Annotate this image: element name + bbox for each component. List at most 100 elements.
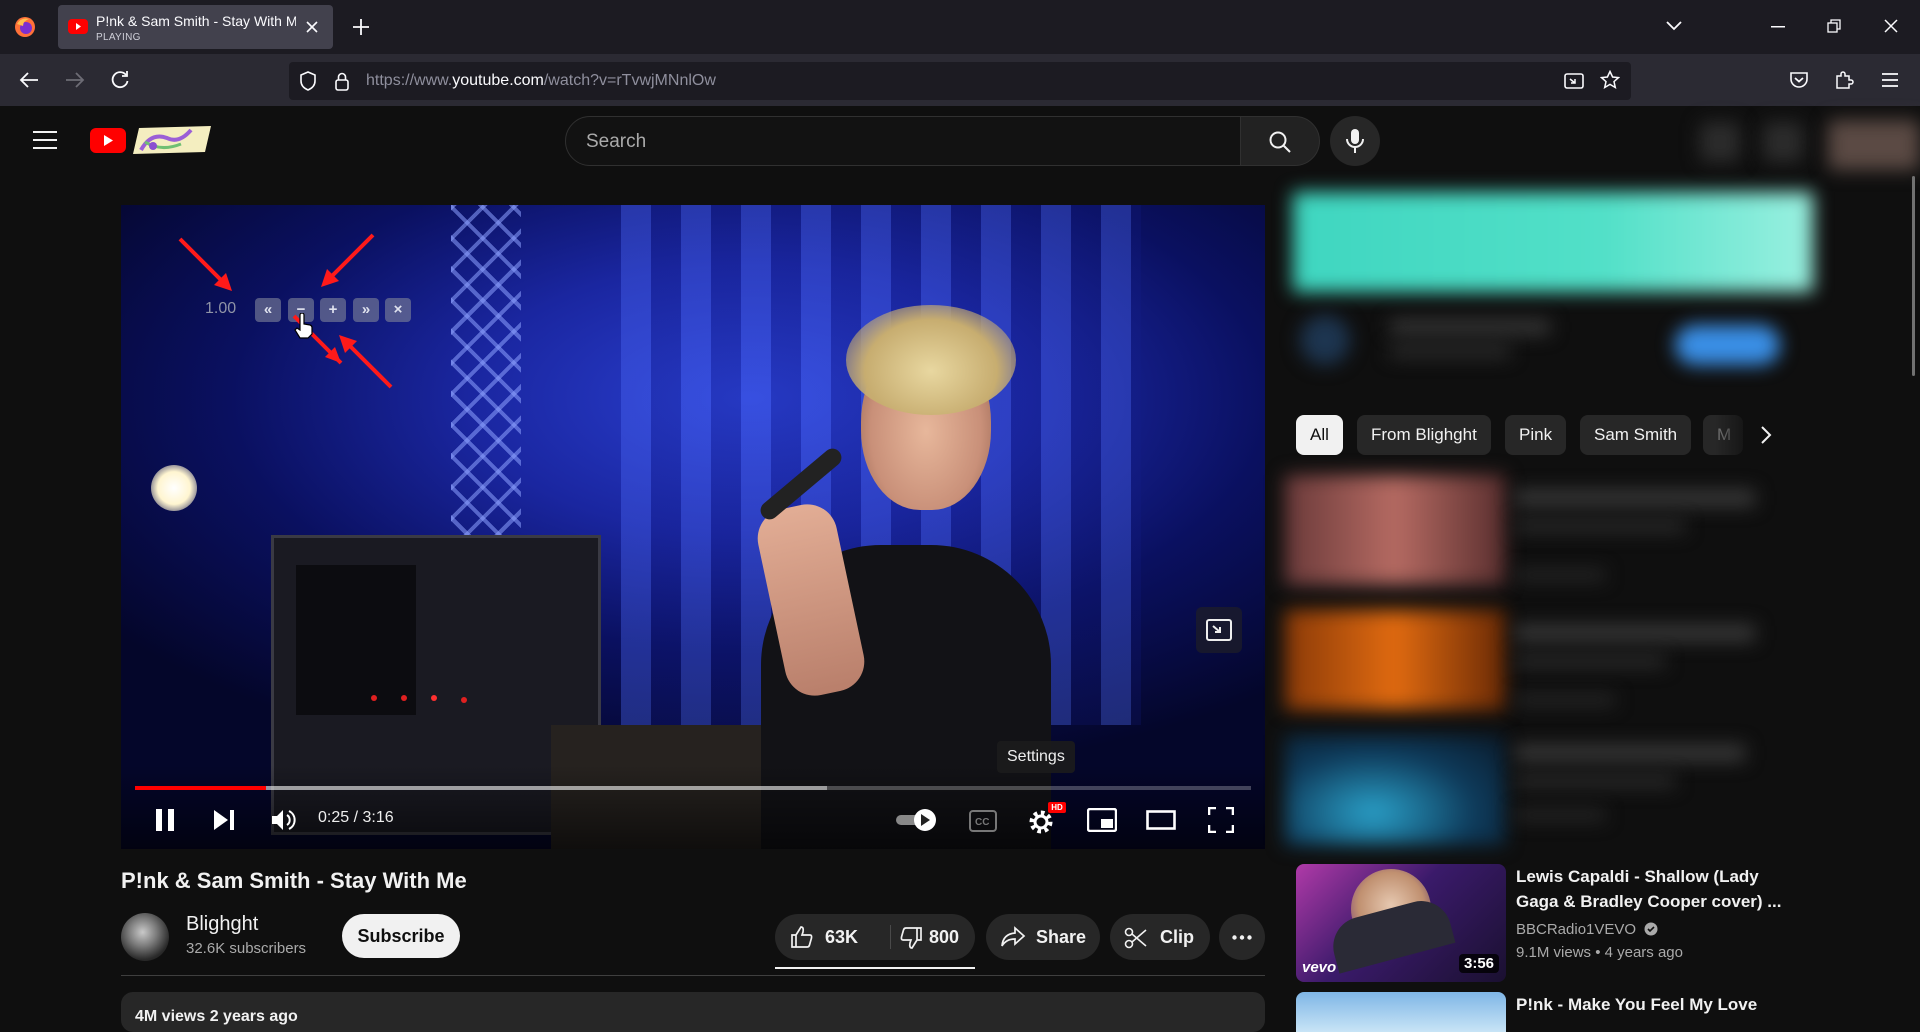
share-label: Share [1036, 927, 1087, 947]
recommendation-thumbnail-blurred[interactable] [1285, 735, 1505, 845]
chip-from-channel[interactable]: From Blighght [1357, 415, 1491, 455]
tracking-protection-shield-icon[interactable] [299, 71, 317, 91]
extensions-icon[interactable] [1834, 70, 1854, 90]
chip-pink[interactable]: Pink [1505, 415, 1567, 455]
list-all-tabs-icon[interactable] [1666, 20, 1682, 32]
stage-light [151, 465, 197, 511]
address-bar[interactable]: https://www.youtube.com/watch?v=rTvwjMNn… [289, 62, 1631, 100]
like-button[interactable]: 63K [775, 914, 890, 960]
vevo-badge: vevo [1302, 959, 1337, 976]
recommendation-channel[interactable]: BBCRadio1VEVO [1516, 921, 1658, 938]
youtube-logo-icon[interactable] [90, 128, 126, 153]
search-placeholder: Search [586, 131, 647, 152]
like-ratio-underline [775, 967, 975, 969]
window-minimize-icon[interactable] [1771, 26, 1785, 28]
settings-tooltip: Settings [997, 741, 1075, 773]
volume-icon[interactable] [270, 807, 296, 833]
scissors-icon [1124, 927, 1147, 949]
recommendation-title[interactable]: P!nk - Make You Feel My Love [1516, 992, 1796, 1017]
chip-sam-smith[interactable]: Sam Smith [1580, 415, 1692, 455]
url-text[interactable]: https://www.youtube.com/watch?v=rTvwjMNn… [366, 72, 716, 90]
recommendation-thumbnail[interactable] [1296, 992, 1506, 1032]
url-path: /watch?v=rTvwjMNnlOw [543, 72, 716, 89]
autoplay-toggle-icon[interactable] [895, 808, 939, 832]
lock-icon[interactable] [334, 71, 350, 91]
clip-button[interactable]: Clip [1110, 914, 1210, 960]
subscribe-button[interactable]: Subscribe [342, 914, 460, 958]
channel-name[interactable]: Blighght [186, 913, 258, 936]
more-actions-button[interactable] [1219, 914, 1265, 960]
tab-playing-status: PLAYING [96, 32, 141, 43]
youtube-doodle-logo-icon[interactable] [131, 124, 213, 156]
search-button[interactable] [1240, 116, 1320, 166]
pip-overlay-button[interactable] [1196, 607, 1242, 653]
search-input[interactable]: Search [565, 116, 1241, 166]
recommendation-text-blurred [1515, 810, 1605, 820]
recommendation-text-blurred [1515, 695, 1615, 705]
recommendation-thumbnail-blurred[interactable] [1285, 475, 1505, 585]
svg-text:CC: CC [975, 817, 989, 828]
share-button[interactable]: Share [986, 914, 1100, 960]
speed-rewind-button[interactable]: « [255, 298, 281, 322]
create-button-blurred[interactable] [1700, 122, 1740, 162]
clip-label: Clip [1160, 927, 1194, 947]
pause-icon[interactable] [154, 808, 176, 832]
picture-in-picture-icon [1206, 619, 1232, 641]
picture-in-picture-toggle-icon[interactable] [1564, 71, 1584, 91]
ad-banner-blurred[interactable] [1293, 192, 1813, 292]
ad-cta-blurred[interactable] [1675, 325, 1780, 365]
time-display: 0:25 / 3:16 [318, 809, 394, 826]
theater-mode-icon[interactable] [1146, 810, 1176, 830]
fullscreen-icon[interactable] [1208, 807, 1234, 833]
thumbs-up-icon [791, 926, 813, 948]
bookmark-star-icon[interactable] [1600, 70, 1620, 90]
page-scrollbar[interactable] [1912, 176, 1915, 376]
annotation-arrow-bottom-icon [339, 335, 393, 389]
guide-menu-icon[interactable] [33, 131, 57, 149]
verified-check-icon [1644, 922, 1658, 936]
voice-search-button[interactable] [1330, 116, 1380, 166]
youtube-favicon-icon [68, 19, 88, 34]
window-close-icon[interactable] [1884, 19, 1898, 33]
url-prefix: https://www. [366, 72, 453, 89]
recommendation-thumbnail[interactable]: vevo 3:56 [1296, 864, 1506, 982]
ad-text-blurred [1390, 320, 1550, 334]
progress-played [135, 786, 266, 790]
new-tab-icon[interactable] [352, 18, 370, 36]
recommendation-title[interactable]: Lewis Capaldi - Shallow (Lady Gaga & Bra… [1516, 864, 1796, 914]
window-restore-icon[interactable] [1827, 19, 1841, 33]
forward-icon[interactable] [65, 71, 85, 89]
search-icon [1269, 131, 1291, 153]
pocket-icon[interactable] [1789, 70, 1809, 90]
recommendation-text-blurred [1515, 490, 1755, 506]
next-video-icon[interactable] [212, 809, 236, 831]
video-duration: 3:56 [1459, 954, 1500, 973]
back-icon[interactable] [19, 71, 39, 89]
reload-icon[interactable] [110, 70, 130, 90]
tab-close-icon[interactable] [305, 20, 319, 34]
app-menu-icon[interactable] [1881, 72, 1899, 88]
more-horizontal-icon [1232, 935, 1252, 940]
hand-cursor-icon [294, 313, 313, 339]
miniplayer-icon[interactable] [1087, 808, 1117, 832]
video-player[interactable]: 1.00 « − + » × [121, 205, 1265, 849]
description-box[interactable]: 4M views 2 years ago [121, 992, 1265, 1032]
recommendation-text-blurred [1515, 655, 1665, 667]
firefox-icon[interactable] [13, 15, 37, 39]
url-domain: youtube.com [452, 72, 544, 89]
subtitles-cc-icon[interactable]: CC [969, 810, 997, 832]
recommendation-channel-name: BBCRadio1VEVO [1516, 921, 1637, 938]
recommendation-thumbnail-blurred[interactable] [1285, 610, 1505, 710]
progress-bar[interactable] [135, 786, 1251, 790]
browser-tab-active[interactable]: P!nk & Sam Smith - Stay With Me PLAYING [58, 5, 333, 49]
divider [121, 975, 1265, 976]
channel-avatar[interactable] [121, 913, 169, 961]
account-avatar-blurred[interactable] [1828, 120, 1920, 170]
dislike-button[interactable]: 800 [891, 914, 975, 960]
notifications-button-blurred[interactable] [1763, 122, 1803, 162]
chevron-right-icon[interactable] [1760, 425, 1772, 445]
chip-all[interactable]: All [1296, 415, 1343, 455]
speed-close-button[interactable]: × [385, 298, 411, 322]
ad-avatar-blurred [1300, 315, 1350, 365]
browser-tab-bar: P!nk & Sam Smith - Stay With Me PLAYING [0, 0, 1920, 54]
